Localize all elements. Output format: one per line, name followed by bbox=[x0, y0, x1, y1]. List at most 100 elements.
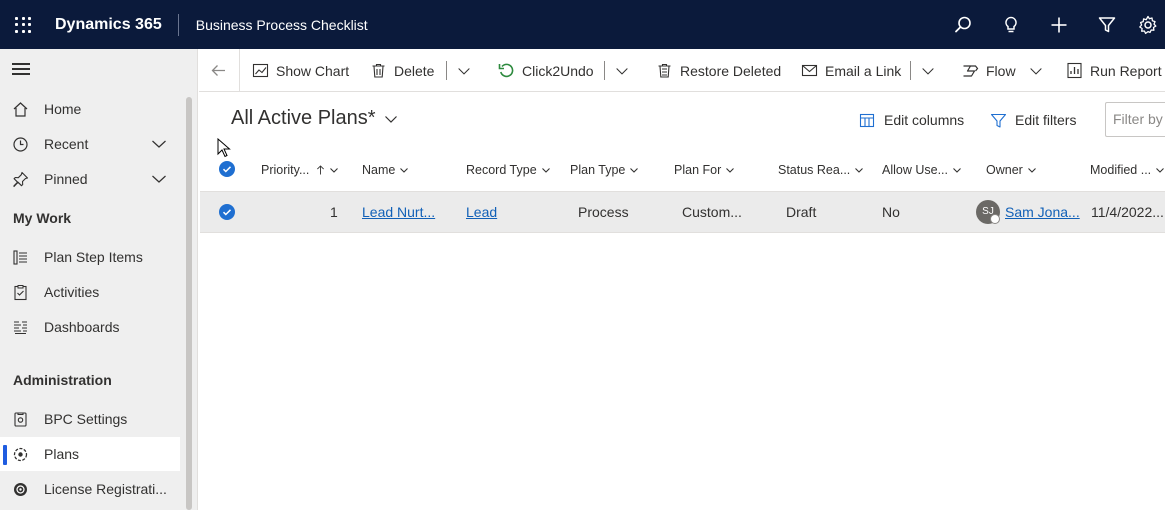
cell-record-type-link[interactable]: Lead bbox=[466, 204, 497, 220]
run-report-button[interactable]: Run Report bbox=[1066, 49, 1162, 92]
divider bbox=[604, 61, 605, 80]
cell-priority: 1 bbox=[330, 204, 338, 220]
waffle-icon bbox=[15, 16, 31, 33]
sidebar-item-plan-step-items[interactable]: Plan Step Items bbox=[0, 240, 180, 274]
click2undo-button[interactable]: Click2Undo bbox=[498, 49, 594, 92]
email-link-button[interactable]: Email a Link bbox=[801, 49, 901, 92]
sidebar-item-recent[interactable]: Recent bbox=[0, 127, 180, 161]
email-icon bbox=[801, 64, 818, 77]
column-header-allow-use[interactable]: Allow Use... bbox=[882, 160, 962, 180]
show-chart-button[interactable]: Show Chart bbox=[252, 49, 349, 92]
trash-icon bbox=[372, 63, 385, 78]
column-header-record-type[interactable]: Record Type bbox=[466, 160, 551, 180]
column-label: Name bbox=[362, 163, 396, 177]
filter-icon bbox=[1098, 16, 1116, 32]
command-bar: Show Chart Delete Click2Undo Restore Del… bbox=[199, 49, 1165, 92]
search-button[interactable] bbox=[939, 0, 987, 49]
view-title: All Active Plans* bbox=[231, 107, 376, 129]
email-more-button[interactable] bbox=[921, 49, 935, 92]
app-launcher-button[interactable] bbox=[0, 0, 46, 49]
sidebar-item-pinned[interactable]: Pinned bbox=[0, 162, 180, 196]
hamburger-icon[interactable] bbox=[12, 63, 30, 77]
column-label: Owner bbox=[986, 163, 1023, 177]
column-header-plan-for[interactable]: Plan For bbox=[674, 160, 735, 180]
license-icon bbox=[14, 482, 27, 496]
cell-owner-link[interactable]: Sam Jona... bbox=[1005, 204, 1080, 220]
sidebar-scrollbar[interactable] bbox=[186, 97, 192, 510]
chevron-down-icon bbox=[541, 168, 550, 173]
undo-icon bbox=[498, 63, 514, 78]
dashboard-icon bbox=[14, 320, 27, 334]
row-checkbox[interactable] bbox=[219, 204, 235, 220]
chevron-down-icon bbox=[1027, 168, 1036, 173]
sidebar-item-dashboards[interactable]: Dashboards bbox=[0, 310, 180, 344]
restore-deleted-button[interactable]: Restore Deleted bbox=[656, 49, 781, 92]
app-name[interactable]: Dynamics 365 bbox=[55, 13, 179, 36]
settings-button[interactable] bbox=[1131, 0, 1165, 49]
column-header-plan-type[interactable]: Plan Type bbox=[570, 160, 639, 180]
cell-plan-for: Custom... bbox=[682, 204, 742, 220]
list-icon bbox=[13, 249, 27, 265]
sidebar-item-license-registration[interactable]: License Registrati... bbox=[0, 472, 180, 506]
edit-filters-button[interactable]: Edit filters bbox=[990, 108, 1076, 132]
delete-button[interactable]: Delete bbox=[370, 49, 434, 92]
edit-filters-label: Edit filters bbox=[1015, 112, 1077, 128]
column-label: Plan For bbox=[674, 163, 722, 177]
report-icon bbox=[1067, 62, 1082, 79]
edit-columns-button[interactable]: Edit columns bbox=[859, 108, 964, 132]
column-header-owner[interactable]: Owner bbox=[986, 160, 1037, 180]
column-label: Priority... bbox=[261, 163, 310, 177]
chevron-down-icon bbox=[1156, 168, 1165, 173]
sidebar-item-plans[interactable]: Plans bbox=[0, 437, 180, 471]
chevron-down-icon bbox=[953, 168, 961, 173]
divider bbox=[446, 61, 447, 80]
chevron-down-icon bbox=[726, 168, 735, 173]
advanced-find-button[interactable] bbox=[1083, 0, 1131, 49]
edit-columns-icon bbox=[859, 113, 875, 127]
chevron-down-icon bbox=[616, 67, 628, 75]
sidebar-item-label: BPC Settings bbox=[44, 411, 128, 427]
sidebar-item-activities[interactable]: Activities bbox=[0, 275, 180, 309]
app-title[interactable]: Business Process Checklist bbox=[196, 17, 368, 33]
checkmark-icon bbox=[222, 166, 232, 173]
sidebar-item-label: License Registrati... bbox=[44, 481, 167, 497]
pin-icon bbox=[13, 171, 29, 187]
edit-columns-label: Edit columns bbox=[884, 112, 965, 128]
sidebar-item-label: Dashboards bbox=[44, 319, 120, 335]
view-selector[interactable]: All Active Plans* bbox=[231, 107, 398, 130]
section-title-administration: Administration bbox=[13, 372, 112, 388]
filter-input[interactable]: Filter by keyword bbox=[1105, 102, 1165, 137]
top-bar: Dynamics 365 Business Process Checklist bbox=[0, 0, 1165, 49]
column-label: Modified ... bbox=[1090, 163, 1152, 177]
flow-icon bbox=[963, 65, 979, 77]
mouse-cursor-icon bbox=[217, 138, 231, 158]
delete-more-button[interactable] bbox=[457, 49, 471, 92]
column-header-modified[interactable]: Modified ... bbox=[1090, 160, 1165, 180]
restore-deleted-label: Restore Deleted bbox=[680, 62, 782, 79]
new-button[interactable] bbox=[1035, 0, 1083, 49]
click2undo-label: Click2Undo bbox=[522, 62, 594, 79]
sidebar-item-bpc-settings[interactable]: BPC Settings bbox=[0, 402, 180, 436]
chevron-down-icon[interactable] bbox=[151, 171, 167, 187]
select-all-checkbox[interactable] bbox=[219, 161, 235, 177]
sidebar-item-home[interactable]: Home bbox=[0, 92, 180, 126]
checkmark-icon bbox=[222, 209, 232, 216]
click2undo-more-button[interactable] bbox=[615, 49, 629, 92]
sort-up-icon bbox=[317, 165, 325, 175]
column-header-status-reason[interactable]: Status Rea... bbox=[778, 160, 864, 180]
filter-icon bbox=[990, 113, 1007, 128]
sidebar-item-label: Pinned bbox=[44, 171, 88, 187]
column-header-priority[interactable]: Priority... bbox=[261, 160, 339, 180]
lightbulb-icon bbox=[1005, 16, 1017, 32]
chevron-down-icon bbox=[922, 67, 934, 75]
chevron-down-icon[interactable] bbox=[151, 136, 167, 152]
column-label: Plan Type bbox=[570, 163, 626, 177]
chart-icon bbox=[252, 63, 269, 78]
cell-status-reason: Draft bbox=[786, 204, 817, 220]
column-header-name[interactable]: Name bbox=[362, 160, 409, 180]
cell-name-link[interactable]: Lead Nurt... bbox=[362, 204, 435, 220]
back-button[interactable] bbox=[210, 49, 227, 92]
flow-button[interactable]: Flow bbox=[962, 49, 1043, 92]
plus-icon bbox=[1051, 17, 1067, 32]
assistance-button[interactable] bbox=[987, 0, 1035, 49]
